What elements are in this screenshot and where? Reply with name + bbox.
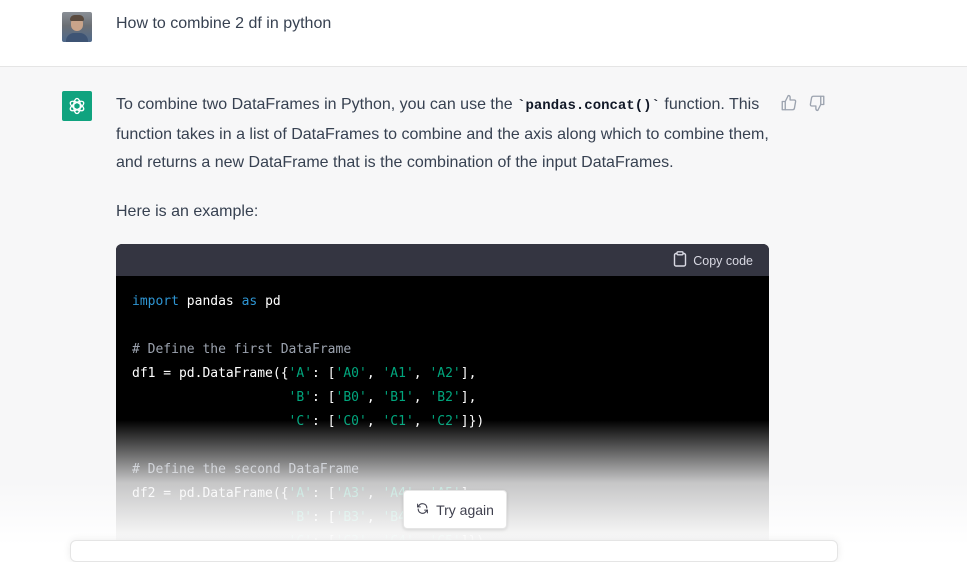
user-message-row: How to combine 2 df in python [0,0,967,67]
code-line: 'C': ['C0', 'C1', 'C2']}) [132,410,753,434]
code-token: 'A0' [335,366,367,381]
code-token: ]}) [460,414,485,429]
thumbs-down-icon[interactable] [808,94,826,112]
code-line: # Define the first DataFrame [132,338,753,362]
clipboard-icon [673,251,687,270]
code-token: 'A' [288,366,313,381]
code-token: 'B' [288,510,313,525]
code-token: 'A' [288,486,313,501]
code-token: : [ [312,414,336,429]
code-line: # Define the second DataFrame [132,458,753,482]
code-token: 'A1' [382,366,414,381]
code-token: 'B3' [335,510,367,525]
code-token: : [ [312,486,336,501]
copy-code-button[interactable]: Copy code [673,251,753,270]
code-token: import [132,294,179,309]
code-token: , [366,366,383,381]
code-token: df2 = pd.DataFrame({ [132,486,289,501]
code-token: : [ [312,390,336,405]
code-token: as [241,294,258,309]
code-token: ], [460,366,477,381]
try-again-button[interactable]: Try again [403,490,507,529]
code-token: , [366,510,383,525]
code-token: 'B2' [429,390,461,405]
feedback-buttons [780,94,826,112]
try-again-label: Try again [436,501,494,518]
code-token: ], [460,390,477,405]
assistant-message-text: To combine two DataFrames in Python, you… [116,91,776,226]
code-token: , [413,414,430,429]
code-token: : [ [312,366,336,381]
assistant-paragraph-1: To combine two DataFrames in Python, you… [116,96,769,171]
code-token: 'B1' [382,390,414,405]
code-token: 'C' [288,414,313,429]
thumbs-up-icon[interactable] [780,94,798,112]
code-token: 'B0' [335,390,367,405]
code-token: 'C0' [335,414,367,429]
code-token: 'A2' [429,366,461,381]
code-token: # Define the first DataFrame [132,342,352,357]
code-token: : [ [312,510,336,525]
code-token: 'B' [288,390,313,405]
message-input[interactable] [70,540,838,562]
refresh-icon [416,502,429,518]
code-line: 'B': ['B0', 'B1', 'B2'], [132,386,753,410]
code-token: , [413,390,430,405]
code-token: pandas [178,294,242,309]
code-block-header: Copy code [116,244,769,276]
code-token: 'C1' [382,414,414,429]
user-message-text: How to combine 2 df in python [116,15,332,32]
code-token: 'C2' [429,414,461,429]
code-token: , [413,366,430,381]
assistant-paragraph-2: Here is an example: [116,202,259,220]
copy-code-label: Copy code [693,253,753,268]
inline-code: `pandas.concat()` [517,98,660,114]
user-avatar [62,12,92,42]
assistant-message-row: To combine two DataFrames in Python, you… [0,67,967,554]
code-token: df1 = pd.DataFrame({ [132,366,289,381]
openai-logo-icon [62,91,92,121]
code-line: df1 = pd.DataFrame({'A': ['A0', 'A1', 'A… [132,362,753,386]
code-token: , [366,414,383,429]
code-token: , [366,390,383,405]
code-token: 'A3' [335,486,367,501]
code-token: pd [257,294,281,309]
code-token: # Define the second DataFrame [132,462,359,477]
code-token: , [366,486,383,501]
code-line: import pandas as pd [132,290,753,314]
